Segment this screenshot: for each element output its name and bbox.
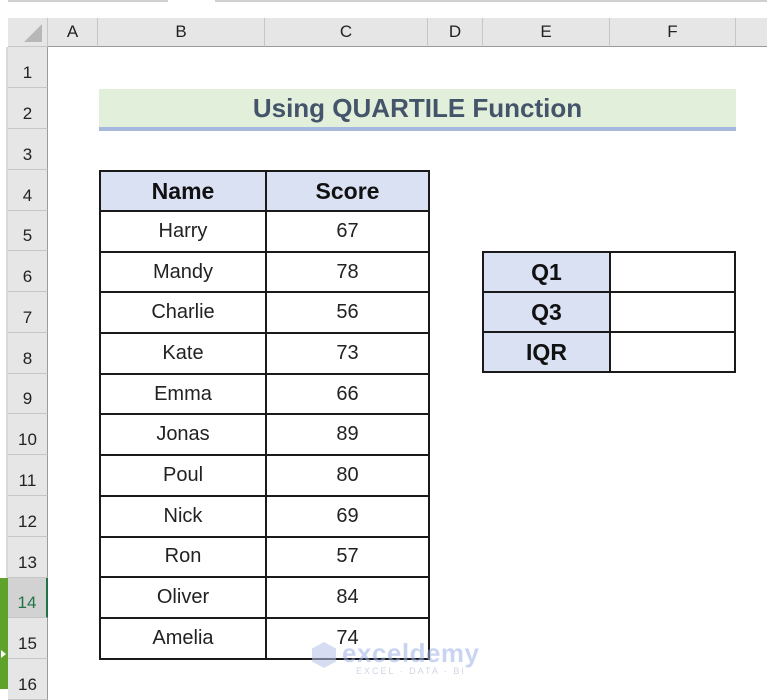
column-header-f[interactable]: F [610,18,736,47]
score-cell[interactable]: 69 [265,494,430,538]
row-header-8[interactable]: 8 [8,333,48,374]
table-row: Harry 67 [99,210,430,253]
row-header-9[interactable]: 9 [8,374,48,414]
row-header-10[interactable]: 10 [8,414,48,455]
column-header-e[interactable]: E [483,18,610,47]
score-cell[interactable]: 57 [265,535,430,579]
table-row: Kate 73 [99,332,430,375]
expand-arrow-icon [1,650,6,658]
watermark-tagline: EXCEL · DATA · BI [356,666,466,676]
q1-label[interactable]: Q1 [482,251,611,293]
header-name[interactable]: Name [99,170,267,212]
score-table: Name Score Harry 67 Mandy 78 Charlie 56 Kate 73… [99,170,430,660]
name-cell[interactable]: Kate [99,332,267,375]
name-cell[interactable]: Emma [99,372,267,416]
q3-label[interactable]: Q3 [482,291,611,333]
header-score[interactable]: Score [265,170,430,212]
table-row: Mandy 78 [99,250,430,294]
row-header-14[interactable]: 14 [8,578,48,618]
table-row: Oliver 84 [99,576,430,619]
q3-value-cell[interactable] [609,291,736,333]
row-header-2[interactable]: 2 [8,88,48,129]
table-row: Charlie 56 [99,291,430,335]
row-header-3[interactable]: 3 [8,129,48,170]
iqr-value-cell[interactable] [609,331,736,373]
name-cell[interactable]: Poul [99,454,267,497]
table-row: Nick 69 [99,494,430,538]
sheet-expand-bar[interactable] [0,578,8,689]
table-row: Jonas 89 [99,413,430,457]
column-header-a[interactable]: A [48,18,98,47]
row-header-1[interactable]: 1 [8,47,48,88]
score-cell[interactable]: 89 [265,413,430,457]
row-header-4[interactable]: 4 [8,170,48,211]
row-header-15[interactable]: 15 [8,618,48,659]
row-header-16[interactable]: 16 [8,659,48,700]
select-all-icon [24,24,42,42]
row-header-7[interactable]: 7 [8,292,48,333]
name-cell[interactable]: Nick [99,494,267,538]
quartile-table: Q1 Q3 IQR [482,251,736,373]
column-header-d[interactable]: D [428,18,483,47]
score-cell[interactable]: 84 [265,576,430,619]
select-all-button[interactable] [8,18,48,47]
column-header-c[interactable]: C [265,18,428,47]
score-cell[interactable]: 78 [265,250,430,294]
column-header-b[interactable]: B [98,18,265,47]
watermark-name: exceldemy [342,638,480,668]
column-header-g[interactable] [736,18,767,47]
row-header-13[interactable]: 13 [8,537,48,578]
score-cell[interactable]: 80 [265,454,430,497]
score-cell[interactable]: 67 [265,210,430,253]
name-cell[interactable]: Oliver [99,576,267,619]
name-cell[interactable]: Ron [99,535,267,579]
score-cell[interactable]: 73 [265,332,430,375]
table-row: Emma 66 [99,372,430,416]
top-strip [0,0,767,18]
iqr-label[interactable]: IQR [482,331,611,373]
row-header-11[interactable]: 11 [8,455,48,496]
name-cell[interactable]: Jonas [99,413,267,457]
table-row: Poul 80 [99,454,430,497]
q1-value-cell[interactable] [609,251,736,293]
row-header-12[interactable]: 12 [8,496,48,537]
row-header-6[interactable]: 6 [8,251,48,292]
score-cell[interactable]: 66 [265,372,430,416]
name-cell[interactable]: Harry [99,210,267,253]
name-cell[interactable]: Mandy [99,250,267,294]
name-cell[interactable]: Amelia [99,616,267,660]
name-cell[interactable]: Charlie [99,291,267,335]
row-header-5[interactable]: 5 [8,211,48,251]
table-row: Ron 57 [99,535,430,579]
sheet-title: Using QUARTILE Function [99,89,736,131]
score-cell[interactable]: 56 [265,291,430,335]
